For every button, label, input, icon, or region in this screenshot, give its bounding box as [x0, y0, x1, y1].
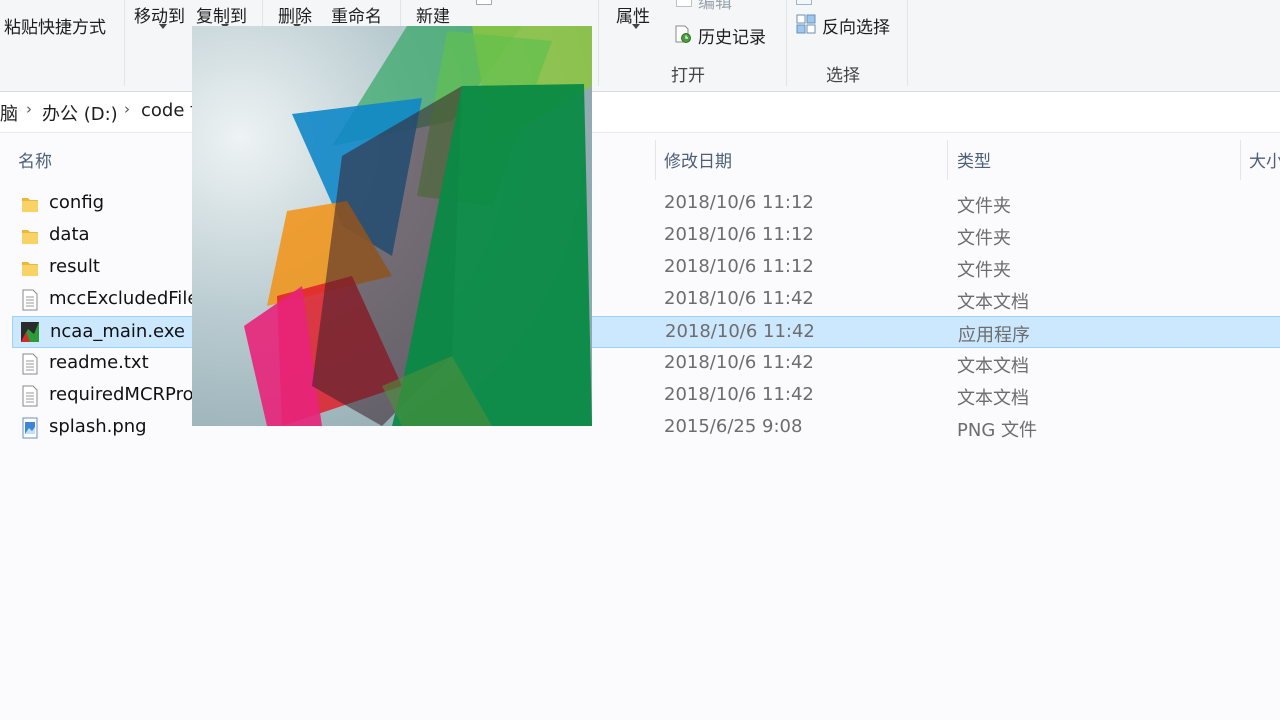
- file-name[interactable]: ncaa_main.exe: [50, 321, 185, 342]
- file-type: 文件夹: [957, 228, 1011, 249]
- paste-shortcut-button[interactable]: 粘贴快捷方式: [4, 13, 106, 38]
- open-group-label: 打开: [671, 66, 705, 86]
- file-date: 2018/10/6 11:12: [664, 256, 814, 277]
- file-type: 文件夹: [957, 196, 1011, 217]
- column-divider[interactable]: [655, 140, 656, 180]
- invert-selection-icon: [796, 14, 816, 34]
- column-divider[interactable]: [1240, 140, 1241, 180]
- file-type: 应用程序: [958, 325, 1030, 346]
- history-icon: [675, 24, 691, 44]
- column-divider[interactable]: [947, 140, 948, 180]
- ribbon-separator: [907, 0, 908, 86]
- file-name[interactable]: mccExcludedFile: [49, 288, 198, 309]
- new-folder-button[interactable]: 新建: [416, 2, 450, 27]
- select-group-label: 选择: [826, 66, 860, 86]
- folder-icon: [22, 262, 38, 276]
- new-item-icon[interactable]: [476, 0, 492, 5]
- chevron-right-icon[interactable]: ›: [124, 100, 130, 118]
- file-date: 2015/6/25 9:08: [664, 416, 803, 437]
- text-file-icon: [22, 289, 38, 311]
- text-file-icon: [22, 353, 38, 375]
- file-type: PNG 文件: [957, 420, 1037, 441]
- file-type: 文件夹: [957, 260, 1011, 281]
- column-header-name[interactable]: 名称: [18, 147, 52, 172]
- folder-icon: [22, 230, 38, 244]
- edit-button[interactable]: 编辑: [698, 0, 732, 13]
- image-file-icon: [22, 417, 38, 439]
- file-date: 2018/10/6 11:12: [664, 224, 814, 245]
- chevron-down-icon: [632, 24, 640, 29]
- file-name[interactable]: result: [49, 256, 100, 277]
- ribbon-separator: [598, 0, 599, 86]
- column-header-size[interactable]: 大小: [1249, 147, 1280, 172]
- file-name[interactable]: config: [49, 192, 104, 213]
- chevron-right-icon[interactable]: ›: [26, 100, 32, 118]
- file-name[interactable]: readme.txt: [49, 352, 149, 373]
- invert-selection-button[interactable]: 反向选择: [822, 13, 890, 38]
- folder-icon: [22, 198, 38, 212]
- breadcrumb-code-folder[interactable]: code f: [141, 100, 196, 121]
- breadcrumb-this-pc[interactable]: 脑: [0, 100, 18, 126]
- file-date: 2018/10/6 11:12: [664, 192, 814, 213]
- text-file-icon: [22, 385, 38, 407]
- file-type: 文本文档: [957, 388, 1029, 409]
- edit-icon[interactable]: [676, 0, 692, 7]
- ribbon-separator: [786, 0, 787, 86]
- file-date: 2018/10/6 11:42: [664, 288, 814, 309]
- breadcrumb-drive-d[interactable]: 办公 (D:): [42, 100, 118, 126]
- file-type: 文本文档: [957, 356, 1029, 377]
- file-name[interactable]: requiredMCRPro: [49, 384, 194, 405]
- file-date: 2018/10/6 11:42: [664, 352, 814, 373]
- select-all-icon[interactable]: [796, 0, 812, 5]
- file-name[interactable]: splash.png: [49, 416, 147, 437]
- splash-screen-image: [192, 26, 592, 426]
- ribbon-separator: [124, 0, 125, 86]
- file-date: 2018/10/6 11:42: [664, 384, 814, 405]
- column-header-date[interactable]: 修改日期: [664, 147, 732, 172]
- matlab-app-icon: [21, 322, 39, 342]
- history-button[interactable]: 历史记录: [698, 23, 766, 48]
- column-header-type[interactable]: 类型: [957, 147, 991, 172]
- rename-button[interactable]: 重命名: [331, 2, 382, 27]
- file-name[interactable]: data: [49, 224, 90, 245]
- chevron-down-icon: [159, 24, 167, 29]
- file-type: 文本文档: [957, 292, 1029, 313]
- file-date: 2018/10/6 11:42: [665, 321, 815, 342]
